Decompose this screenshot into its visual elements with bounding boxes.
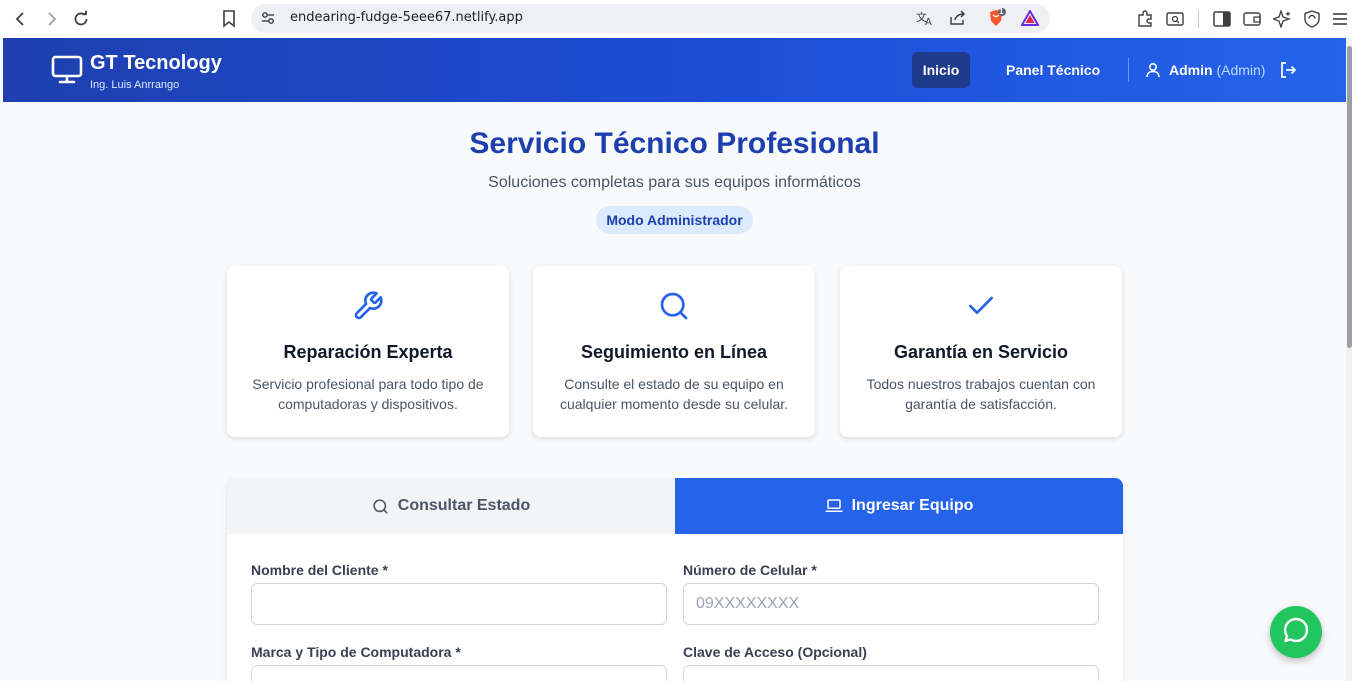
feature-title: Seguimiento en Línea	[580, 342, 768, 362]
svg-text:A: A	[925, 17, 932, 26]
nav-inicio[interactable]: Inicio	[912, 52, 970, 88]
tab-ingresar-equipo[interactable]: Ingresar Equipo	[675, 478, 1123, 534]
extensions-icon[interactable]	[1135, 9, 1155, 29]
feature-description: Servicio profesional para todo tipo de c…	[252, 376, 484, 412]
check-icon	[840, 290, 1122, 322]
wrench-icon	[227, 290, 509, 322]
celular-input[interactable]	[683, 583, 1099, 625]
back-button[interactable]	[10, 8, 32, 30]
browser-toolbar: endearing-fudge-5eee67.netlify.app 文A 1	[0, 0, 1352, 38]
feature-card-reparacion: Reparación Experta Servicio profesional …	[227, 266, 509, 437]
feature-description: Todos nuestros trabajos cuentan con gara…	[866, 376, 1096, 412]
clave-label: Clave de Acceso (Opcional)	[683, 644, 867, 660]
url-text: endearing-fudge-5eee67.netlify.app	[290, 10, 523, 25]
leo-ai-icon[interactable]	[1272, 9, 1292, 29]
tab-label: Consultar Estado	[397, 497, 531, 514]
brand-subtitle: Ing. Luis Anrrango	[90, 79, 180, 91]
feature-title: Reparación Experta	[283, 342, 453, 362]
brave-shield-icon[interactable]: 1	[987, 7, 1007, 33]
feature-card-garantia: Garantía en Servicio Todos nuestros trab…	[840, 266, 1122, 437]
search-icon	[533, 290, 815, 322]
share-icon[interactable]	[949, 10, 967, 31]
cliente-label: Nombre del Cliente *	[251, 562, 388, 578]
tab-consultar-estado[interactable]: Consultar Estado	[227, 478, 675, 534]
user-name: Admin	[1169, 62, 1213, 78]
address-bar[interactable]: endearing-fudge-5eee67.netlify.app 文A 1	[251, 4, 1050, 33]
nav-divider	[1128, 58, 1129, 82]
user-role: (Admin)	[1216, 62, 1266, 78]
scrollbar-thumb[interactable]	[1347, 46, 1352, 348]
translate-icon[interactable]: 文A	[916, 10, 934, 31]
bookmark-icon[interactable]	[218, 8, 240, 30]
sidebar-icon[interactable]	[1212, 9, 1232, 29]
toolbar-separator	[1198, 10, 1199, 28]
logout-icon[interactable]	[1279, 61, 1297, 84]
cliente-input[interactable]	[251, 583, 667, 625]
site-info-icon[interactable]	[260, 10, 276, 31]
monitor-icon	[51, 55, 83, 90]
page-subtitle: Soluciones completas para sus equipos in…	[488, 174, 861, 191]
reader-mode-icon[interactable]	[1165, 9, 1185, 29]
reload-button[interactable]	[70, 8, 92, 30]
whatsapp-icon	[1282, 616, 1310, 649]
admin-mode-badge: Modo Administrador	[596, 206, 753, 234]
forward-button[interactable]	[40, 8, 62, 30]
celular-label: Número de Celular *	[683, 562, 817, 578]
wallet-icon[interactable]	[1242, 9, 1262, 29]
feature-title: Garantía en Servicio	[893, 342, 1069, 362]
feature-card-seguimiento: Seguimiento en Línea Consulte el estado …	[533, 266, 815, 437]
user-display: Admin (Admin)	[1169, 62, 1265, 78]
vpn-shield-icon[interactable]	[1302, 9, 1322, 29]
search-icon	[372, 498, 389, 515]
brand-name[interactable]: GT Tecnology	[90, 52, 222, 75]
menu-icon[interactable]	[1330, 9, 1350, 29]
page-title: Servicio Técnico Profesional	[469, 127, 880, 160]
clave-input[interactable]	[683, 665, 1099, 681]
user-icon	[1145, 62, 1161, 83]
laptop-icon	[824, 498, 843, 514]
tab-label: Ingresar Equipo	[851, 497, 974, 514]
shield-count-badge: 1	[999, 7, 1004, 16]
feature-description: Consulte el estado de su equipo en cualq…	[559, 376, 789, 412]
whatsapp-button[interactable]	[1270, 606, 1322, 658]
marca-label: Marca y Tipo de Computadora *	[251, 644, 461, 660]
marca-input[interactable]	[251, 665, 667, 681]
app-header: GT Tecnology Ing. Luis Anrrango Inicio P…	[3, 38, 1346, 102]
service-tab-panel: Consultar Estado Ingresar Equipo Nombre …	[227, 478, 1123, 681]
nav-panel-tecnico[interactable]: Panel Técnico	[1006, 62, 1100, 78]
brave-rewards-icon[interactable]	[1020, 8, 1040, 31]
